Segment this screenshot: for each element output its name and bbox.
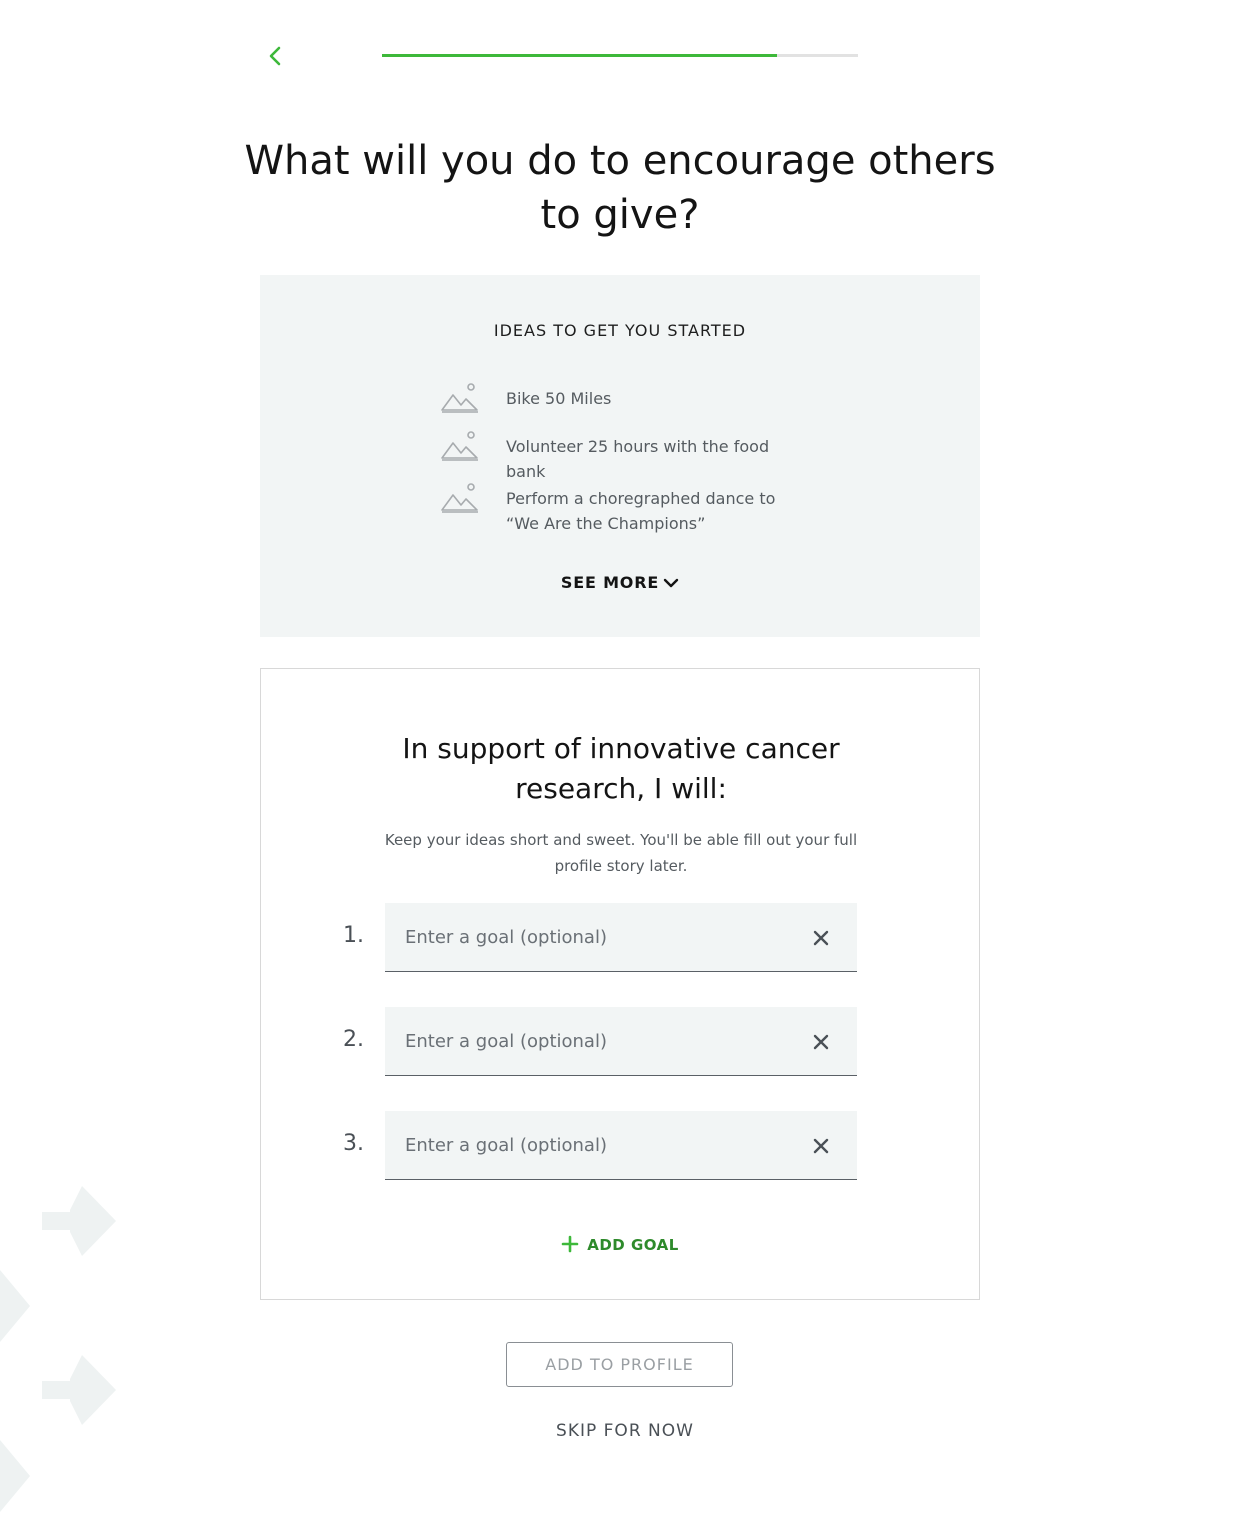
idea-item: Perform a choregraphed dance to “We Are … <box>440 483 806 536</box>
goal-input[interactable] <box>385 903 857 972</box>
image-placeholder-icon <box>441 383 478 413</box>
idea-text: Bike 50 Miles <box>506 389 612 408</box>
idea-item: Bike 50 Miles <box>440 383 806 413</box>
close-icon[interactable] <box>811 1136 831 1156</box>
progress-bar-fill <box>382 54 778 57</box>
goal-row: 2. <box>261 1007 979 1077</box>
ideas-panel: IDEAS TO GET YOU STARTED Bike 50 Miles V… <box>260 275 980 637</box>
ideas-heading: IDEAS TO GET YOU STARTED <box>493 321 747 340</box>
add-goal-label: ADD GOAL <box>587 1236 679 1254</box>
goal-card-title: In support of innovative cancer research… <box>402 732 840 805</box>
goal-number: 2. <box>343 1027 364 1052</box>
goal-input[interactable] <box>385 1007 857 1076</box>
idea-text: Volunteer 25 hours with the food bank <box>506 437 770 481</box>
goal-help-text: Keep your ideas short and sweet. You'll … <box>384 831 858 875</box>
close-icon[interactable] <box>811 1032 831 1052</box>
idea-text: Perform a choregraphed dance to “We Are … <box>506 489 776 533</box>
back-button[interactable] <box>262 40 290 72</box>
page-title: What will you do to encourage others to … <box>244 138 996 238</box>
chevron-left-icon <box>269 46 281 66</box>
progress-bar <box>382 54 858 57</box>
see-more-label: SEE MORE <box>560 573 660 592</box>
image-placeholder-icon <box>441 483 478 513</box>
goal-number: 1. <box>343 923 364 948</box>
goal-card: In support of innovative cancer research… <box>260 668 980 1300</box>
skip-for-now-link[interactable]: SKIP FOR NOW <box>0 1421 1242 1441</box>
chevron-down-icon <box>663 578 679 588</box>
goal-row: 3. <box>261 1111 979 1181</box>
idea-item: Volunteer 25 hours with the food bank <box>440 431 806 484</box>
image-placeholder-icon <box>441 431 478 461</box>
add-goal-button[interactable]: ADD GOAL <box>261 1235 979 1254</box>
add-to-profile-button[interactable]: ADD TO PROFILE <box>506 1342 733 1387</box>
close-icon[interactable] <box>811 928 831 948</box>
goal-number: 3. <box>343 1131 364 1156</box>
goal-input[interactable] <box>385 1111 857 1180</box>
plus-icon <box>561 1235 579 1253</box>
see-more-button[interactable]: SEE MORE <box>260 573 980 592</box>
decorative-arrows <box>0 1186 116 1512</box>
goal-row: 1. <box>261 903 979 973</box>
